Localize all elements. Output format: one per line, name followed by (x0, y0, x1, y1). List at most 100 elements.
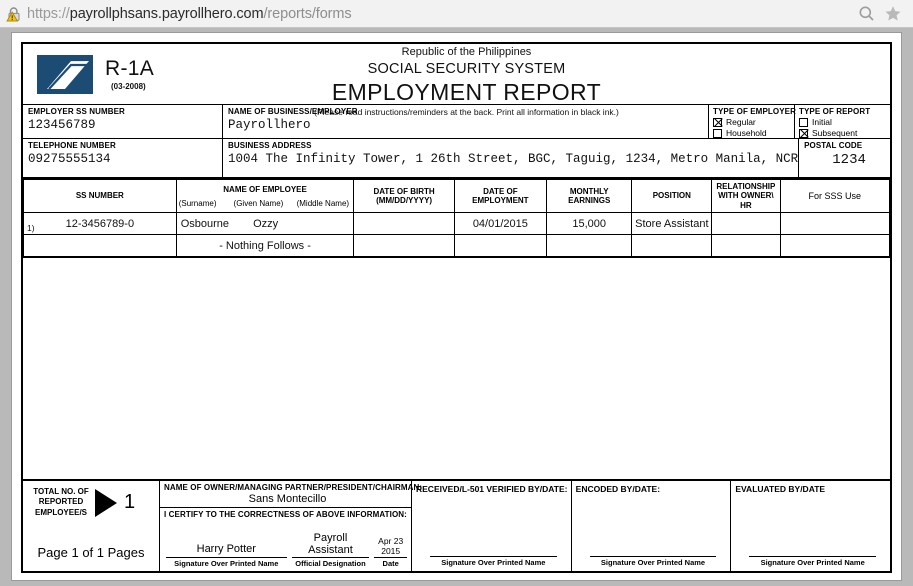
url-path: /reports/forms (263, 5, 352, 22)
form-header-spacer (700, 44, 890, 104)
th-me-l2: EARNINGS (568, 196, 611, 206)
th-rel-l2: WITH OWNER\ (718, 191, 774, 201)
title-sss: SOCIAL SECURITY SYSTEM (367, 60, 566, 77)
th-name-subparts: (Surname) (Given Name) (Middle Name) (177, 195, 354, 210)
evaluated-by-box[interactable]: EVALUATED BY/DATE Signature Over Printed… (730, 481, 890, 571)
signature-caption: Signature Over Printed Name (174, 559, 279, 568)
cell-empty-doe (453, 234, 548, 258)
th-dob-l1: DATE OF BIRTH (373, 186, 435, 196)
owner-name-value: Sans Montecillo (248, 493, 327, 505)
th-doe-l2: EMPLOYMENT (472, 196, 529, 206)
th-for-sss-use: For SSS Use (779, 178, 891, 214)
nothing-follows-note: - Nothing Follows - (175, 234, 355, 258)
title-republic: Republic of the Philippines (401, 46, 532, 58)
cell-empty-me (545, 234, 633, 258)
business-name-field[interactable]: NAME OF BUSINESS/EMPLOYER Payrollhero (222, 105, 708, 138)
th-date-of-employment: DATE OF EMPLOYMENT (453, 178, 548, 214)
date-value-l2: 2015 (381, 546, 401, 557)
owner-name-label: NAME OF OWNER/MANAGING PARTNER/PRESIDENT… (164, 483, 423, 492)
certification-block: NAME OF OWNER/MANAGING PARTNER/PRESIDENT… (159, 481, 423, 571)
page-title: EMPLOYMENT REPORT (331, 78, 602, 105)
document-page: R-1A (03-2008) Republic of the Philippin… (11, 32, 902, 581)
total-employees-label: TOTAL NO. OF REPORTED EMPLOYEE/S (29, 487, 93, 518)
cell-empty-rel (711, 234, 781, 258)
received-verified-box[interactable]: RECEIVED/L-501 VERIFIED BY/DATE: Signatu… (411, 481, 571, 571)
received-verified-label: RECEIVED/L-501 VERIFIED BY/DATE: (416, 484, 568, 494)
date-caption: Date (382, 559, 399, 568)
total-employees-value: 1 (124, 491, 136, 514)
checkbox-subsequent-checked[interactable] (799, 128, 808, 138)
business-address-value: 1004 The Infinity Tower, 1 26th Street, … (228, 152, 799, 166)
employer-ss-number-value: 123456789 (28, 118, 96, 132)
insecure-lock-warning-icon[interactable] (6, 6, 22, 22)
received-signature-area: Signature Over Printed Name (416, 556, 571, 571)
th-given-name: (Given Name) (233, 198, 284, 208)
form-code: R-1A (105, 56, 155, 80)
employee-table: SS NUMBER NAME OF EMPLOYEE (Surname) (Gi… (23, 178, 891, 258)
date-value: Apr 23 2015 (374, 537, 407, 557)
th-position: POSITION (631, 178, 713, 214)
th-middle-name: (Middle Name) (296, 198, 350, 208)
page-viewport: R-1A (03-2008) Republic of the Philippin… (0, 28, 913, 586)
cell-empty-pos (631, 234, 713, 258)
form-logo-cell: R-1A (03-2008) (23, 44, 233, 104)
table-header-row: SS NUMBER NAME OF EMPLOYEE (Surname) (Gi… (23, 178, 891, 214)
checkbox-initial-unchecked[interactable] (799, 117, 808, 127)
row-index: 1) (27, 223, 35, 234)
th-monthly-earnings: MONTHLY EARNINGS (545, 178, 633, 214)
cell-monthly-earnings: 15,000 (545, 212, 633, 236)
type-of-report-option-initial[interactable]: Initial (799, 117, 890, 127)
form-code-block: R-1A (03-2008) (105, 58, 154, 91)
date-col[interactable]: Apr 23 2015 Date (374, 537, 408, 568)
owner-name-field[interactable]: NAME OF OWNER/MANAGING PARTNER/PRESIDENT… (160, 481, 423, 507)
zoom-search-icon[interactable] (858, 5, 875, 22)
certify-block: I CERTIFY TO THE CORRECTNESS OF ABOVE IN… (160, 507, 411, 571)
received-caption: Signature Over Printed Name (441, 558, 546, 567)
designation-value: Payroll Assistant (308, 532, 353, 556)
table-row[interactable]: 1) 12-3456789-0 Osbourne Ozzy 04/01/2015… (23, 212, 891, 236)
certify-label: I CERTIFY TO THE CORRECTNESS OF ABOVE IN… (164, 510, 407, 519)
postal-code-field[interactable]: POSTAL CODE 1234 (798, 139, 894, 177)
evaluated-caption: Signature Over Printed Name (760, 558, 865, 567)
cell-date-of-birth (353, 212, 455, 236)
cell-ss-number-value: 12-3456789-0 (65, 217, 135, 230)
telephone-field[interactable]: TELEPHONE NUMBER 09275555134 (23, 139, 222, 177)
url-text: https://payrollphsans.payrollhero.com/re… (27, 6, 352, 22)
form-title-block: Republic of the Philippines SOCIAL SECUR… (233, 44, 700, 117)
star-bookmark-icon[interactable] (884, 5, 902, 22)
url-scheme: https:// (27, 5, 70, 22)
signature-name-col[interactable]: Harry Potter Signature Over Printed Name (166, 543, 287, 568)
cell-employee-name: Osbourne Ozzy (175, 212, 355, 236)
employee-table-wrapper: SS NUMBER NAME OF EMPLOYEE (Surname) (Gi… (23, 177, 891, 258)
checkbox-regular-checked[interactable] (713, 117, 722, 127)
cell-for-sss-use (779, 212, 891, 236)
th-ss-number: SS NUMBER (23, 178, 177, 214)
type-of-report-option-subsequent[interactable]: Subsequent (799, 128, 890, 138)
checkbox-regular-label: Regular (726, 117, 756, 127)
checkbox-household-unchecked[interactable] (713, 128, 722, 138)
address-bar[interactable]: https://payrollphsans.payrollhero.com/re… (0, 0, 858, 28)
type-of-employer-option-regular[interactable]: Regular (713, 117, 794, 127)
employer-ss-number-label: EMPLOYER SS NUMBER (28, 107, 125, 116)
designation-col[interactable]: Payroll Assistant Official Designation (291, 532, 370, 568)
cell-empty-dob (353, 234, 455, 258)
business-address-field[interactable]: BUSINESS ADDRESS 1004 The Infinity Tower… (222, 139, 798, 177)
total-employees-row: TOTAL NO. OF REPORTED EMPLOYEE/S 1 (23, 487, 159, 518)
encoded-by-box[interactable]: ENCODED BY/DATE: Signature Over Printed … (570, 481, 731, 571)
cell-empty-ss (23, 234, 177, 258)
type-of-employer-option-household[interactable]: Household (713, 128, 794, 138)
business-name-label: NAME OF BUSINESS/EMPLOYER (228, 107, 358, 116)
browser-toolbar: https://payrollphsans.payrollhero.com/re… (0, 0, 913, 28)
employer-ss-number-field[interactable]: EMPLOYER SS NUMBER 123456789 (23, 105, 222, 138)
encoded-caption: Signature Over Printed Name (600, 558, 706, 567)
total-label-l2: REPORTED (38, 497, 84, 507)
checkbox-subsequent-label: Subsequent (812, 128, 858, 138)
toolbar-buttons (858, 5, 913, 22)
th-doe-l1: DATE OF (483, 186, 518, 196)
th-me-l1: MONTHLY (569, 186, 609, 196)
employment-report-form: R-1A (03-2008) Republic of the Philippin… (21, 42, 892, 573)
evaluated-signature-area: Signature Over Printed Name (735, 556, 890, 571)
employer-row-1: EMPLOYER SS NUMBER 123456789 NAME OF BUS… (23, 104, 890, 138)
encoded-signature-area: Signature Over Printed Name (576, 556, 731, 571)
evaluated-by-label: EVALUATED BY/DATE (735, 484, 826, 494)
